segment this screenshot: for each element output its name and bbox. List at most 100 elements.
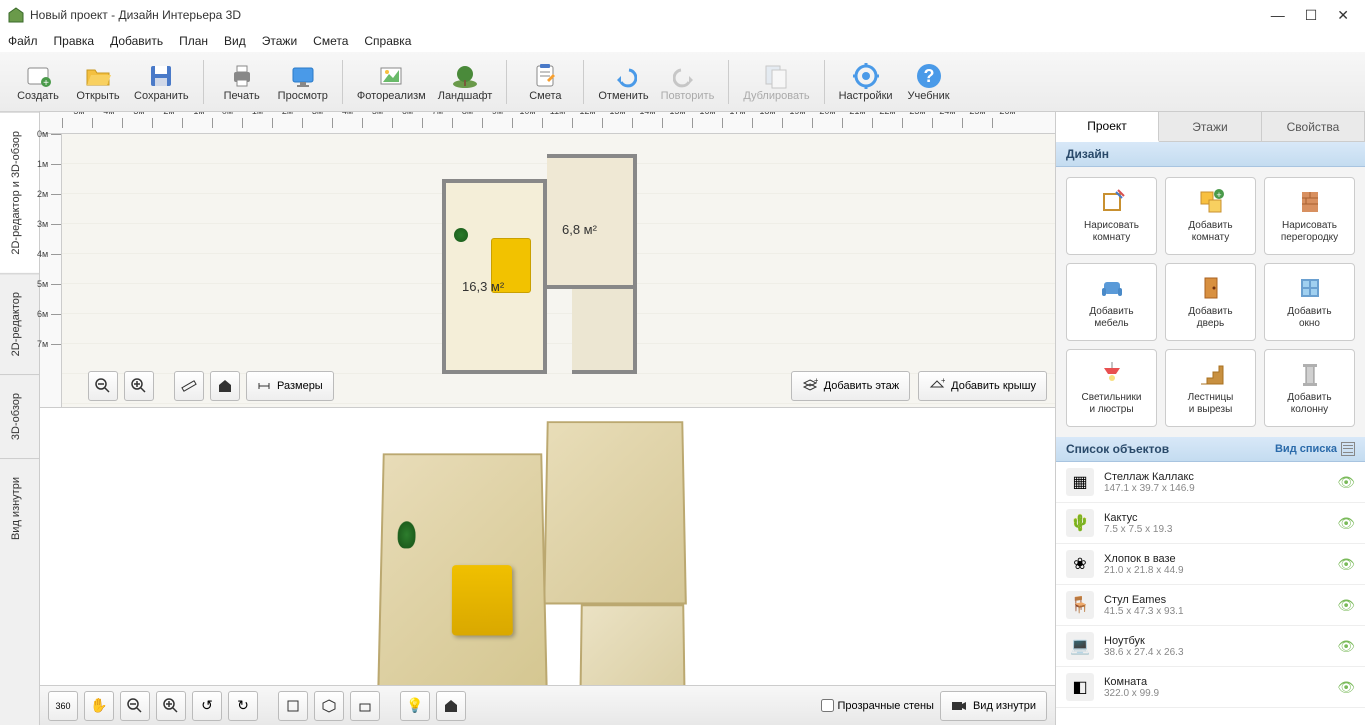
view-tab-3[interactable]: Вид изнутри — [0, 458, 39, 558]
toolbar-separator — [506, 60, 507, 104]
add-window-button[interactable]: Добавить окно — [1264, 263, 1355, 341]
view-side-button[interactable] — [350, 691, 380, 721]
zoom-in-button[interactable] — [124, 371, 154, 401]
ruler-h-tick: -4м — [92, 118, 122, 128]
list-view-button[interactable]: Вид списка — [1275, 442, 1355, 456]
dimensions-button[interactable]: Размеры — [246, 371, 334, 401]
menu-смета[interactable]: Смета — [313, 34, 348, 48]
add-room-button[interactable]: +Добавить комнату — [1165, 177, 1256, 255]
inside-view-button[interactable]: Вид изнутри — [940, 691, 1047, 721]
maximize-button[interactable]: ☐ — [1305, 7, 1318, 24]
print-button[interactable]: Печать — [214, 56, 270, 108]
home-3d-button[interactable] — [436, 691, 466, 721]
menu-файл[interactable]: Файл — [8, 34, 38, 48]
tutorial-button[interactable]: ?Учебник — [901, 56, 957, 108]
ruler-h-tick: 12м — [572, 118, 602, 128]
view-tab-2[interactable]: 3D-обзор — [0, 374, 39, 458]
right-tab-проект[interactable]: Проект — [1056, 112, 1159, 142]
lights-button[interactable]: Светильники и люстры — [1066, 349, 1157, 427]
menu-план[interactable]: План — [179, 34, 208, 48]
landscape-button[interactable]: Ландшафт — [434, 56, 497, 108]
object-dimensions: 147.1 x 39.7 x 146.9 — [1104, 483, 1337, 494]
add-column-button[interactable]: Добавить колонну — [1264, 349, 1355, 427]
menu-этажи[interactable]: Этажи — [262, 34, 297, 48]
object-item[interactable]: 🌵Кактус7.5 x 7.5 x 19.3👁 — [1056, 503, 1365, 544]
room-main[interactable] — [442, 179, 547, 374]
view-tab-0[interactable]: 2D-редактор и 3D-обзор — [0, 112, 39, 273]
rotate-cw-button[interactable]: ↻ — [228, 691, 258, 721]
visibility-toggle-icon[interactable]: 👁 — [1337, 515, 1355, 532]
floorplan[interactable]: 16,3 м² 6,8 м² — [442, 154, 642, 374]
undo-button[interactable]: Отменить — [594, 56, 652, 108]
visibility-toggle-icon[interactable]: 👁 — [1337, 679, 1355, 696]
orbit-button[interactable]: 360 — [48, 691, 78, 721]
right-tab-свойства[interactable]: Свойства — [1262, 112, 1365, 141]
menu-добавить[interactable]: Добавить — [110, 34, 163, 48]
left-view-tabs: 2D-редактор и 3D-обзор2D-редактор3D-обзо… — [0, 112, 40, 725]
object-item[interactable]: ❀Хлопок в вазе21.0 x 21.8 x 44.9👁 — [1056, 544, 1365, 585]
view-3d-viewport[interactable]: 360 ✋ ↺ ↻ 💡 Прозрачные стены — [40, 407, 1055, 725]
room3d-main[interactable] — [377, 453, 548, 701]
object-item[interactable]: 💻Ноутбук38.6 x 27.4 x 26.3👁 — [1056, 626, 1365, 667]
transparent-walls-checkbox[interactable] — [821, 699, 834, 712]
zoom-in-3d-button[interactable] — [156, 691, 186, 721]
inside-view-label: Вид изнутри — [973, 700, 1036, 712]
visibility-toggle-icon[interactable]: 👁 — [1337, 638, 1355, 655]
room3d-kitchen[interactable] — [543, 421, 687, 604]
close-button[interactable]: ✕ — [1337, 7, 1349, 24]
redo-label: Повторить — [661, 90, 715, 102]
furniture3d-plant[interactable] — [397, 521, 415, 548]
visibility-toggle-icon[interactable]: 👁 — [1337, 474, 1355, 491]
menu-правка[interactable]: Правка — [54, 34, 95, 48]
landscape-label: Ландшафт — [438, 90, 493, 102]
view-iso-button[interactable] — [314, 691, 344, 721]
add-furniture-button[interactable]: Добавить мебель — [1066, 263, 1157, 341]
create-button[interactable]: +Создать — [10, 56, 66, 108]
render-3d[interactable] — [380, 418, 740, 698]
furniture3d-sofa[interactable] — [452, 565, 513, 635]
view-tab-1[interactable]: 2D-редактор — [0, 273, 39, 374]
object-list[interactable]: ▦Стеллаж Каллакс147.1 x 39.7 x 146.9👁🌵Ка… — [1056, 462, 1365, 725]
minimize-button[interactable]: — — [1271, 7, 1285, 24]
menu-вид[interactable]: Вид — [224, 34, 246, 48]
list-view-label: Вид списка — [1275, 443, 1337, 455]
room-bathroom[interactable] — [572, 289, 637, 374]
save-button[interactable]: Сохранить — [130, 56, 193, 108]
ruler-h-tick: 7м — [422, 118, 452, 128]
ruler-h-tick: 21м — [842, 118, 872, 128]
settings-button[interactable]: Настройки — [835, 56, 897, 108]
home-button[interactable] — [210, 371, 240, 401]
right-tab-этажи[interactable]: Этажи — [1159, 112, 1262, 141]
menu-справка[interactable]: Справка — [364, 34, 411, 48]
open-button[interactable]: Открыть — [70, 56, 126, 108]
draw-partition-button[interactable]: Нарисовать перегородку — [1264, 177, 1355, 255]
duplicate-button: Дублировать — [739, 56, 813, 108]
object-item[interactable]: 🪑Стул Eames41.5 x 47.3 x 93.1👁 — [1056, 585, 1365, 626]
zoom-out-3d-button[interactable] — [120, 691, 150, 721]
visibility-toggle-icon[interactable]: 👁 — [1337, 556, 1355, 573]
preview-button[interactable]: Просмотр — [274, 56, 332, 108]
furniture-plant[interactable] — [454, 228, 468, 242]
add-door-button[interactable]: Добавить дверь — [1165, 263, 1256, 341]
ruler-h-tick: 11м — [542, 118, 572, 128]
view-top-button[interactable] — [278, 691, 308, 721]
draw-room-button[interactable]: Нарисовать комнату — [1066, 177, 1157, 255]
ruler-v-tick: 7м — [51, 344, 61, 374]
object-name: Комната — [1104, 676, 1337, 688]
object-item[interactable]: ◧Комната322.0 x 99.9👁 — [1056, 667, 1365, 708]
measure-button[interactable] — [174, 371, 204, 401]
pan-button[interactable]: ✋ — [84, 691, 114, 721]
ruler-v-tick: 0м — [51, 134, 61, 164]
estimate-button[interactable]: Смета — [517, 56, 573, 108]
object-item[interactable]: ▦Стеллаж Каллакс147.1 x 39.7 x 146.9👁 — [1056, 462, 1365, 503]
photoreal-button[interactable]: Фотореализм — [353, 56, 430, 108]
plan-2d-viewport[interactable]: 16,3 м² 6,8 м² Размеры + — [62, 134, 1055, 407]
rotate-ccw-button[interactable]: ↺ — [192, 691, 222, 721]
add-roof-button[interactable]: + Добавить крышу — [918, 371, 1047, 401]
transparent-walls-toggle[interactable]: Прозрачные стены — [821, 699, 934, 712]
lighting-button[interactable]: 💡 — [400, 691, 430, 721]
zoom-out-button[interactable] — [88, 371, 118, 401]
add-floor-button[interactable]: + Добавить этаж — [791, 371, 910, 401]
visibility-toggle-icon[interactable]: 👁 — [1337, 597, 1355, 614]
stairs-button[interactable]: Лестницы и вырезы — [1165, 349, 1256, 427]
